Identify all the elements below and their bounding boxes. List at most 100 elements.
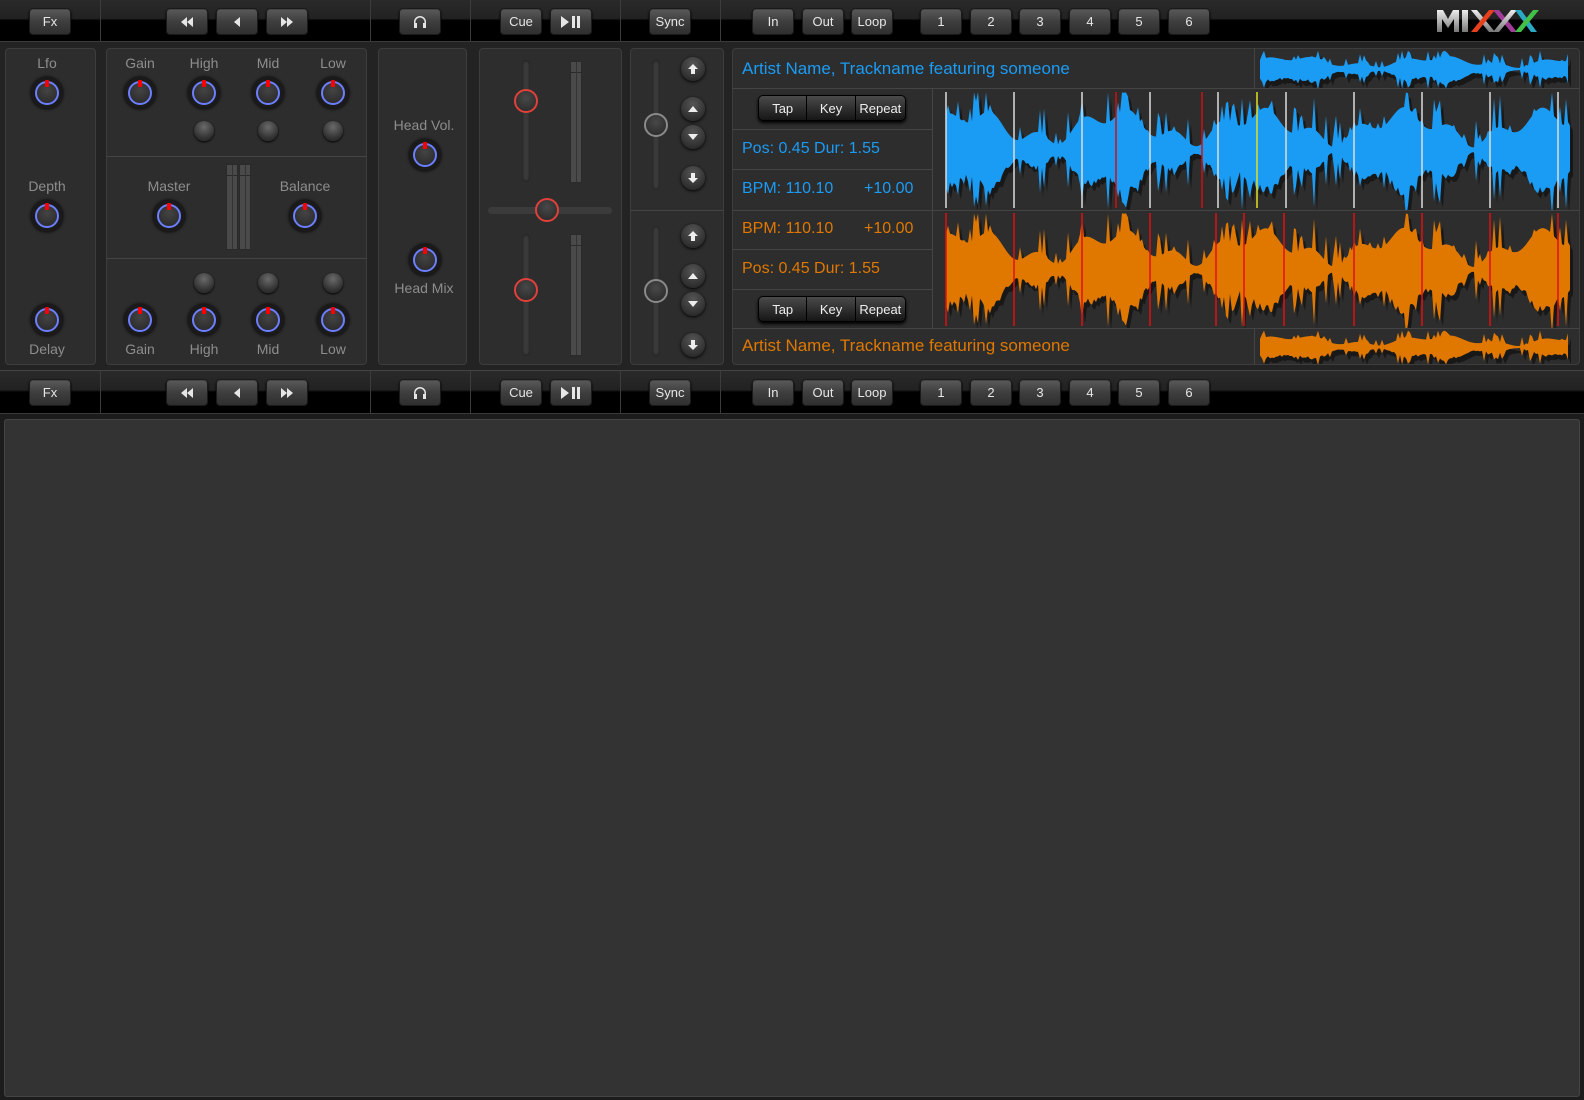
loop-out-button-deck2[interactable]: Out [802, 379, 844, 406]
low-knob-deck1[interactable] [317, 77, 349, 109]
deck2-pitch-down-small-button[interactable] [681, 292, 705, 316]
mid-kill-button-deck2[interactable] [258, 273, 278, 293]
hotcue-1-button[interactable]: 1 [920, 8, 962, 35]
deck2-pitch-handle[interactable] [644, 279, 668, 303]
gain-knob-deck1[interactable] [124, 77, 156, 109]
hotcue-2-button-deck2[interactable]: 2 [970, 379, 1012, 406]
triangle-up-icon [688, 106, 698, 112]
rewind-button-deck2[interactable] [166, 379, 208, 406]
cue-button-deck2[interactable]: Cue [500, 379, 542, 406]
headphone-cue-button[interactable] [399, 8, 441, 35]
pitch-panel [630, 48, 724, 365]
gain-knob-deck2[interactable] [124, 304, 156, 336]
loop-out-button[interactable]: Out [802, 8, 844, 35]
delay-knob[interactable] [31, 304, 63, 336]
deck1-pitch-down-button[interactable] [681, 166, 705, 190]
fx-button[interactable]: Fx [29, 8, 71, 35]
hotcue-5-button-deck2[interactable]: 5 [1118, 379, 1160, 406]
low-kill-button-deck1[interactable] [323, 121, 343, 141]
arrow-up-bold-icon [688, 64, 698, 74]
master-knob[interactable] [153, 200, 185, 232]
crossfader-handle[interactable] [535, 198, 559, 222]
fx-button-deck2[interactable]: Fx [29, 379, 71, 406]
deck2-pitch-down-button[interactable] [681, 333, 705, 357]
hotcue-4-button[interactable]: 4 [1069, 8, 1111, 35]
arrow-down-bold-icon [688, 340, 698, 350]
deck1-overview-waveform[interactable] [1256, 50, 1576, 88]
deck2-pitch-up-small-button[interactable] [681, 264, 705, 288]
head-mix-label: Head Mix [394, 280, 454, 296]
deck1-tap-button[interactable]: Tap [759, 96, 808, 120]
gain-label-deck1: Gain [125, 55, 155, 71]
high-knob-deck1[interactable] [188, 77, 220, 109]
fast-forward-button[interactable] [266, 8, 308, 35]
play-pause-button-deck2[interactable] [550, 379, 592, 406]
divider [100, 371, 101, 413]
deck1-position: Pos: 0.45 Dur: 1.55 [742, 140, 880, 157]
back-button[interactable] [216, 8, 258, 35]
hotcue-2-button[interactable]: 2 [970, 8, 1012, 35]
mid-knob-deck1[interactable] [252, 77, 284, 109]
high-kill-button-deck2[interactable] [194, 273, 214, 293]
deck1-pitch-handle[interactable] [644, 113, 668, 137]
divider [1254, 48, 1255, 88]
hotcue-6-button-deck2[interactable]: 6 [1168, 379, 1210, 406]
rewind-button[interactable] [166, 8, 208, 35]
play-pause-button[interactable] [550, 8, 592, 35]
hotcue-3-button[interactable]: 3 [1019, 8, 1061, 35]
channel2-fader-handle[interactable] [514, 278, 538, 303]
triangle-up-icon [688, 273, 698, 279]
cue-button[interactable]: Cue [500, 8, 542, 35]
deck1-waveform[interactable] [934, 90, 1578, 210]
mid-knob-deck2[interactable] [252, 304, 284, 336]
divider [732, 88, 1580, 89]
loop-in-button[interactable]: In [752, 8, 794, 35]
channel1-fader-track[interactable] [522, 60, 530, 182]
deck2-key-button[interactable]: Key [807, 297, 856, 321]
deck1-key-button[interactable]: Key [807, 96, 856, 120]
divider [100, 0, 101, 41]
deck2-repeat-button[interactable]: Repeat [856, 297, 905, 321]
head-vol-knob[interactable] [409, 139, 441, 171]
high-knob-deck2[interactable] [188, 304, 220, 336]
balance-knob[interactable] [289, 200, 321, 232]
divider [732, 289, 932, 290]
hotcue-6-button[interactable]: 6 [1168, 8, 1210, 35]
hotcue-3-button-deck2[interactable]: 3 [1019, 379, 1061, 406]
headphone-cue-button-deck2[interactable] [399, 379, 441, 406]
depth-knob[interactable] [31, 200, 63, 232]
deck1-pitch-down-small-button[interactable] [681, 125, 705, 149]
loop-button[interactable]: Loop [851, 8, 893, 35]
deck1-pitch-up-small-button[interactable] [681, 97, 705, 121]
back-button-deck2[interactable] [216, 379, 258, 406]
deck1-pitch-up-button[interactable] [681, 57, 705, 81]
fast-forward-button-deck2[interactable] [266, 379, 308, 406]
sync-button[interactable]: Sync [649, 8, 691, 35]
hotcue-4-button-deck2[interactable]: 4 [1069, 379, 1111, 406]
deck1-repeat-button[interactable]: Repeat [856, 96, 905, 120]
mid-kill-button-deck1[interactable] [258, 121, 278, 141]
deck2-overview-waveform[interactable] [1256, 330, 1576, 364]
triangle-down-icon [688, 134, 698, 140]
hotcue-5-button[interactable]: 5 [1118, 8, 1160, 35]
master-label: Master [147, 178, 191, 194]
deck2-waveform[interactable] [934, 211, 1578, 328]
play-pause-icon [561, 386, 580, 399]
low-kill-button-deck2[interactable] [323, 273, 343, 293]
hotcue-1-button-deck2[interactable]: 1 [920, 379, 962, 406]
gain-label-deck2: Gain [125, 341, 155, 357]
deck2-pitch-up-button[interactable] [681, 224, 705, 248]
sync-button-deck2[interactable]: Sync [649, 379, 691, 406]
loop-button-deck2[interactable]: Loop [851, 379, 893, 406]
low-knob-deck2[interactable] [317, 304, 349, 336]
loop-in-button-deck2[interactable]: In [752, 379, 794, 406]
triangle-down-icon [688, 301, 698, 307]
library-panel[interactable] [4, 419, 1580, 1097]
low-label-deck1: Low [320, 55, 346, 71]
head-mix-knob[interactable] [409, 244, 441, 276]
divider [620, 371, 621, 413]
high-label-deck1: High [189, 55, 219, 71]
deck2-tap-button[interactable]: Tap [759, 297, 808, 321]
high-kill-button-deck1[interactable] [194, 121, 214, 141]
lfo-knob[interactable] [31, 77, 63, 109]
